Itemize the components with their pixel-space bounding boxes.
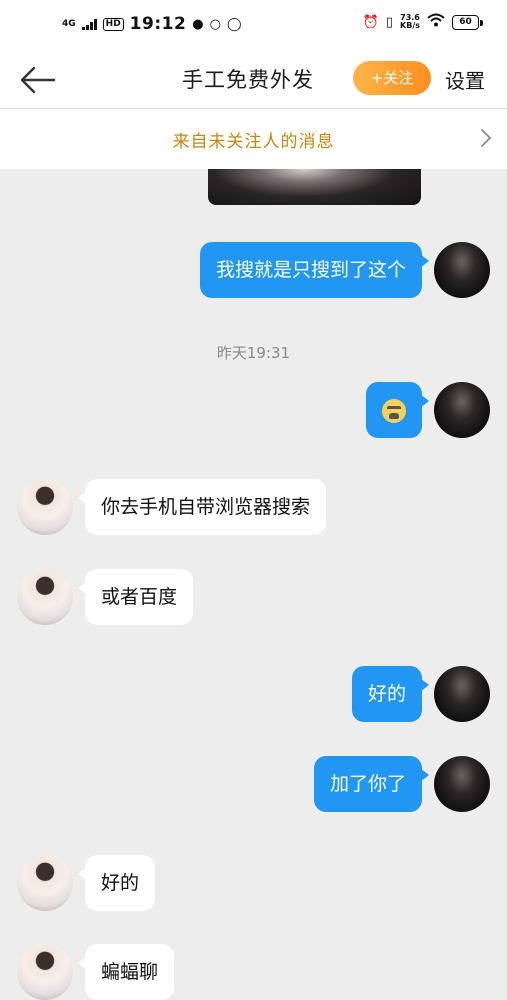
chat-title: 手工免费外发 xyxy=(182,68,314,92)
follow-button[interactable]: +关注 xyxy=(353,61,431,95)
my-avatar[interactable] xyxy=(434,242,490,298)
stranger-message-notice[interactable]: 来自未关注人的消息 xyxy=(0,109,507,169)
contact-avatar[interactable] xyxy=(17,944,73,1000)
contact-avatar[interactable] xyxy=(17,479,73,535)
speed-unit: KB/s xyxy=(400,21,420,30)
back-button[interactable] xyxy=(18,64,58,96)
nav-bar: 手工免费外发 +关注 设置 xyxy=(0,52,507,109)
chevron-right-icon xyxy=(481,129,492,147)
outgoing-message[interactable]: 好的 xyxy=(351,666,430,722)
status-bar: 4G HD 19:12 ● ○ ◯ ⏰ ▯ 73.6 KB/s 60 xyxy=(0,0,507,52)
hd-badge: HD xyxy=(102,17,124,31)
status-left: 4G HD 19:12 ● ○ ◯ xyxy=(62,14,242,34)
settings-button[interactable]: 设置 xyxy=(445,65,485,94)
outgoing-message[interactable]: 加了你了 xyxy=(313,756,430,812)
battery-icon: 60 xyxy=(452,14,483,30)
network-type: 4G xyxy=(62,18,76,29)
chat-screen: 4G HD 19:12 ● ○ ◯ ⏰ ▯ 73.6 KB/s 60 手工免费外… xyxy=(0,0,507,1000)
notice-text: 来自未关注人的消息 xyxy=(172,132,335,152)
incoming-message[interactable]: 你去手机自带浏览器搜索 xyxy=(77,479,327,535)
network-speed: 73.6 KB/s xyxy=(400,14,420,30)
browser-icon: ◯ xyxy=(226,16,242,32)
incoming-message[interactable]: 或者百度 xyxy=(77,569,194,625)
incoming-message[interactable]: 蝙蝠聊 xyxy=(77,944,175,1000)
clock: 19:12 xyxy=(129,14,187,34)
weibo-icon: ○ xyxy=(209,16,221,32)
qq-icon: ● xyxy=(192,16,204,32)
outgoing-message[interactable]: 我搜就是只搜到了这个 xyxy=(199,242,430,298)
status-right: ⏰ ▯ 73.6 KB/s 60 xyxy=(362,13,483,31)
signal-icon xyxy=(81,18,97,30)
image-message[interactable] xyxy=(208,169,421,205)
my-avatar[interactable] xyxy=(434,382,490,438)
my-avatar[interactable] xyxy=(434,666,490,722)
wifi-icon xyxy=(427,13,445,31)
message-timestamp: 昨天19:31 xyxy=(216,344,291,362)
vibrate-icon: ▯ xyxy=(385,14,394,30)
contact-avatar[interactable] xyxy=(17,569,73,625)
incoming-message[interactable]: 好的 xyxy=(77,855,156,911)
outgoing-emoji-message[interactable] xyxy=(366,382,429,438)
my-avatar[interactable] xyxy=(434,756,490,812)
back-arrow-icon xyxy=(20,66,56,94)
crying-face-emoji-icon xyxy=(382,399,406,423)
contact-avatar[interactable] xyxy=(17,855,73,911)
alarm-icon: ⏰ xyxy=(362,14,379,30)
